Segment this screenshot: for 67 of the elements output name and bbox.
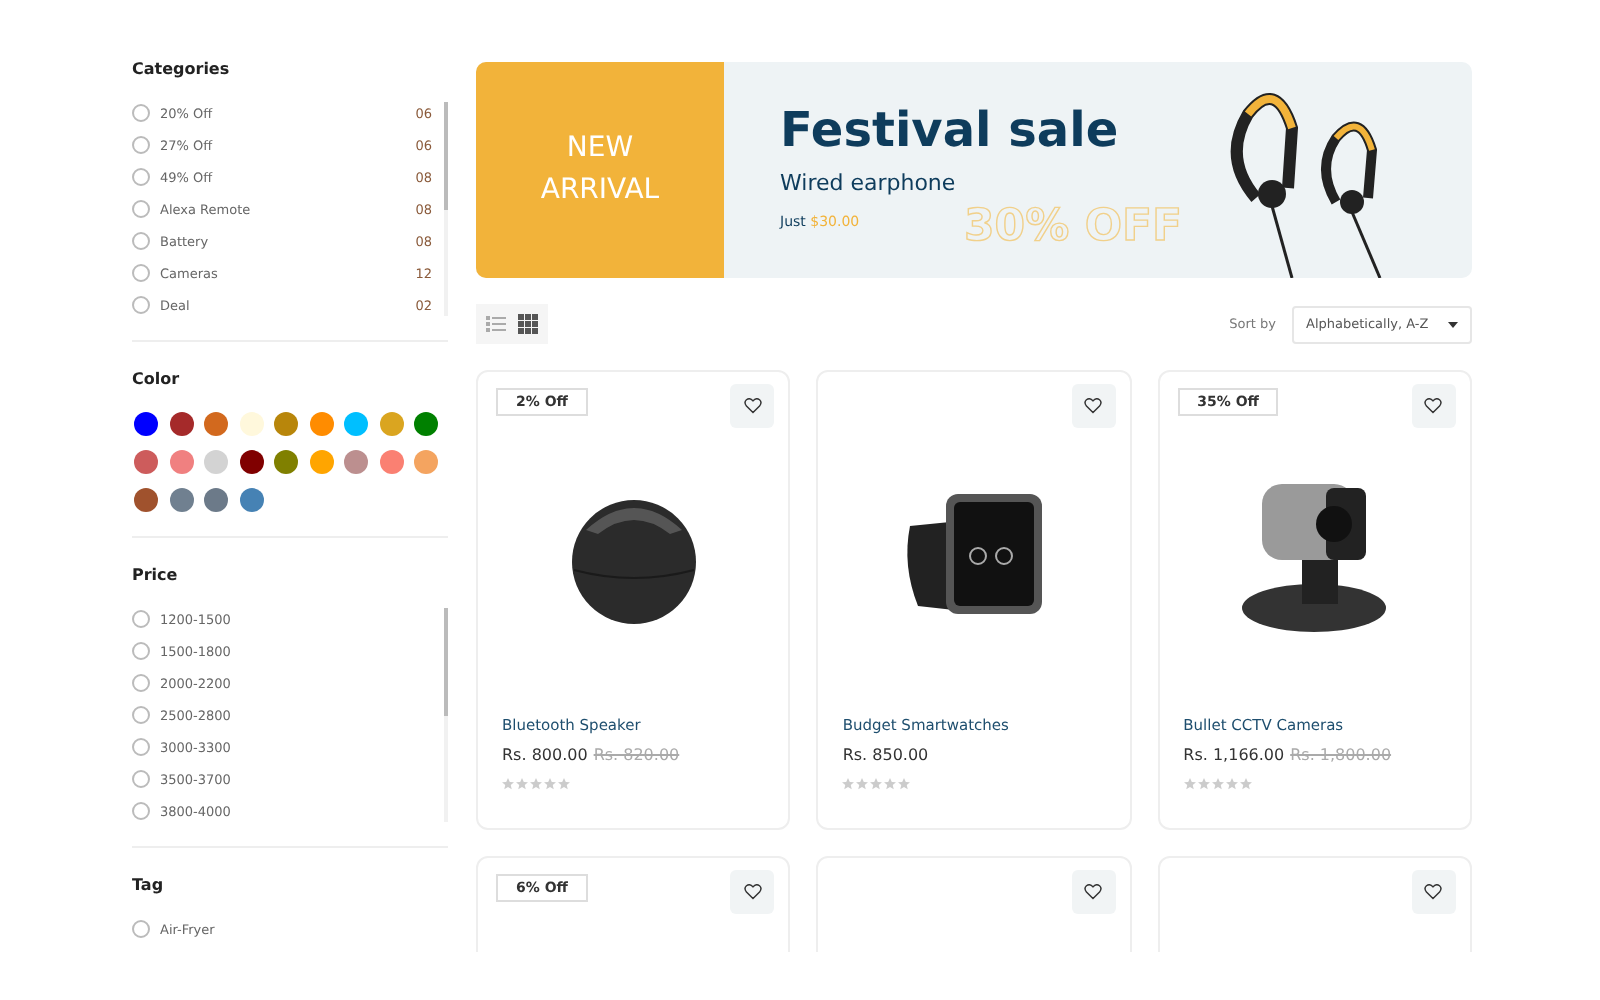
radio-button[interactable]: [132, 674, 150, 692]
radio-button[interactable]: [132, 738, 150, 756]
scrollbar[interactable]: [444, 608, 448, 822]
color-swatch[interactable]: [239, 412, 263, 436]
banner-label: ARRIVAL: [540, 172, 660, 210]
color-swatch[interactable]: [309, 412, 333, 436]
color-swatch[interactable]: [134, 412, 158, 436]
radio-button[interactable]: [132, 642, 150, 660]
radio-button[interactable]: [132, 232, 150, 250]
wishlist-button[interactable]: [1071, 384, 1116, 428]
section-title: Color: [132, 370, 182, 388]
banner-subtitle: Wired earphone: [780, 170, 958, 196]
heart-icon: [1084, 884, 1103, 900]
radio-button[interactable]: [132, 136, 150, 154]
old-price: Rs. 820.00: [593, 746, 680, 764]
color-swatch[interactable]: [344, 450, 368, 474]
color-swatch[interactable]: [239, 450, 263, 474]
color-swatch[interactable]: [169, 488, 193, 512]
radio-button[interactable]: [132, 104, 150, 122]
radio-button[interactable]: [132, 770, 150, 788]
discount-text: 30% OFF: [964, 202, 1183, 252]
color-swatch[interactable]: [309, 450, 333, 474]
heart-icon: [1424, 884, 1443, 900]
radio-button[interactable]: [132, 706, 150, 724]
wishlist-button[interactable]: [1411, 384, 1456, 428]
color-swatch[interactable]: [204, 450, 228, 474]
heart-icon: [1084, 398, 1103, 414]
section-title: Price: [132, 566, 180, 584]
radio-button[interactable]: [132, 296, 150, 314]
color-swatch[interactable]: [239, 488, 263, 512]
banner-title: Festival sale: [780, 102, 1121, 158]
banner-label: NEW: [566, 130, 634, 168]
heart-icon: [743, 398, 762, 414]
color-swatch[interactable]: [344, 412, 368, 436]
scrollbar[interactable]: [444, 102, 448, 316]
radio-button[interactable]: [132, 802, 150, 820]
color-swatch[interactable]: [414, 450, 438, 474]
color-swatch[interactable]: [274, 412, 298, 436]
color-swatch[interactable]: [274, 450, 298, 474]
radio-button[interactable]: [132, 264, 150, 282]
radio-button[interactable]: [132, 200, 150, 218]
product-price: Rs. 800.00: [502, 746, 588, 764]
caret-icon: [1448, 321, 1458, 327]
wishlist-button[interactable]: [730, 384, 775, 428]
product-price: Rs. 850.00: [842, 746, 929, 764]
section-title: Tag: [132, 876, 166, 894]
color-swatch[interactable]: [379, 412, 403, 436]
old-price: Rs. 1,800.00: [1290, 746, 1392, 764]
color-swatch[interactable]: [204, 412, 228, 436]
color-swatch[interactable]: [204, 488, 228, 512]
wishlist-button[interactable]: [730, 870, 775, 914]
heart-icon: [1424, 398, 1443, 414]
product-price: Rs. 1,166.00: [1183, 746, 1285, 764]
color-swatch[interactable]: [169, 412, 193, 436]
color-swatch[interactable]: [134, 450, 158, 474]
radio-button[interactable]: [132, 920, 150, 938]
color-swatch[interactable]: [379, 450, 403, 474]
wishlist-button[interactable]: [1071, 870, 1116, 914]
color-swatch[interactable]: [169, 450, 193, 474]
grid-view-button[interactable]: [514, 310, 542, 338]
wishlist-button[interactable]: [1411, 870, 1456, 914]
color-swatch[interactable]: [414, 412, 438, 436]
color-swatch[interactable]: [134, 488, 158, 512]
heart-icon: [743, 884, 762, 900]
radio-button[interactable]: [132, 610, 150, 628]
section-title: Categories: [132, 60, 232, 78]
radio-button[interactable]: [132, 168, 150, 186]
